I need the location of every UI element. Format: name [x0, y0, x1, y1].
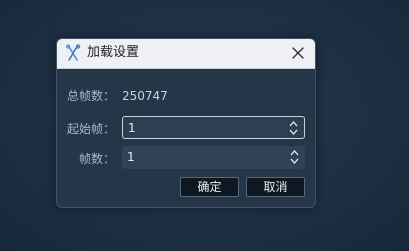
- frame-count-label: 帧数：: [78, 152, 115, 166]
- total-frames-label: 总帧数：: [66, 89, 115, 103]
- spin-up-icon[interactable]: [289, 121, 298, 127]
- dialog-titlebar[interactable]: 加载设置: [57, 39, 315, 69]
- start-frame-spinbox[interactable]: 1: [122, 116, 305, 139]
- close-icon[interactable]: [289, 44, 307, 62]
- load-settings-dialog: 加载设置 总帧数： 250747 起始帧： 1 帧数： 1 确定 取消: [56, 38, 316, 208]
- total-frames-value: 250747: [122, 89, 168, 103]
- cancel-button[interactable]: 取消: [246, 177, 305, 197]
- start-frame-input[interactable]: 1: [128, 121, 136, 135]
- spin-up-icon[interactable]: [290, 150, 299, 156]
- tools-icon: [65, 44, 81, 61]
- frame-count-input[interactable]: 1: [127, 150, 135, 164]
- start-frame-label: 起始帧：: [66, 122, 115, 136]
- dialog-title: 加载设置: [87, 45, 140, 60]
- spin-down-icon[interactable]: [289, 129, 298, 135]
- frame-count-spinbox[interactable]: 1: [122, 146, 305, 169]
- spin-down-icon[interactable]: [290, 158, 299, 164]
- ok-button[interactable]: 确定: [180, 177, 239, 197]
